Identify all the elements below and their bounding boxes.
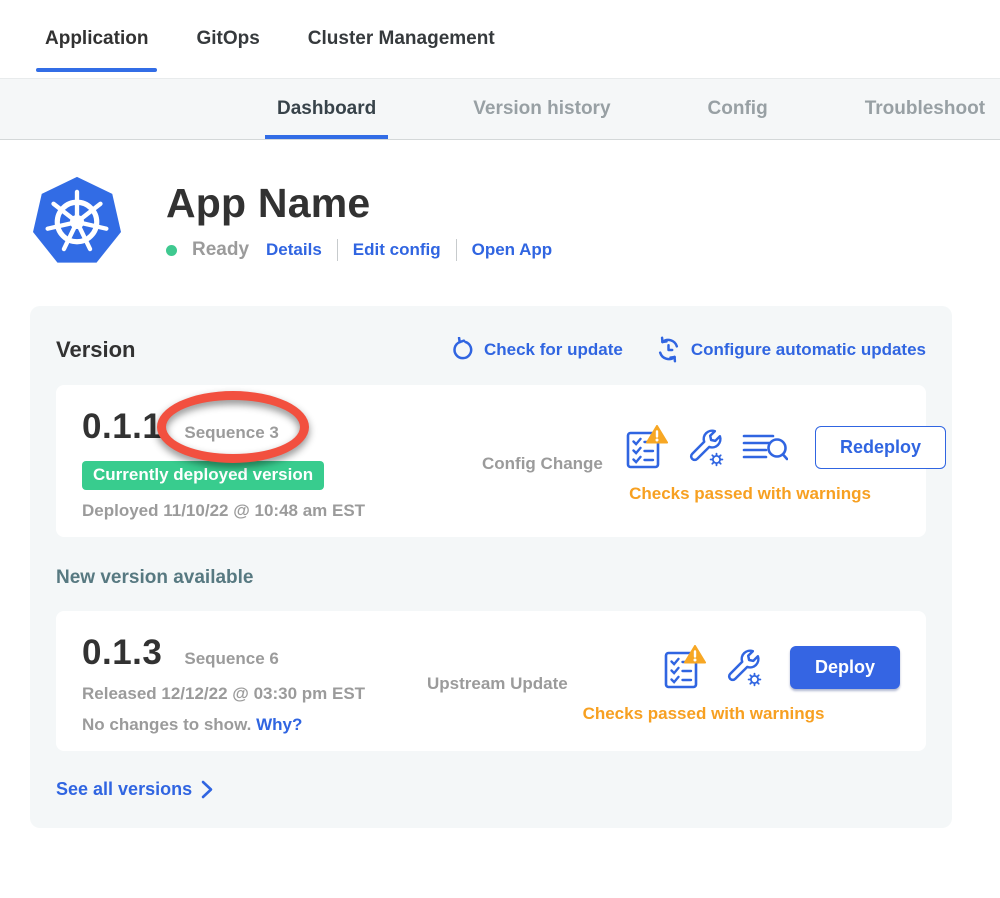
app-header: App Name Ready Details Edit config Open … <box>0 140 1000 272</box>
see-all-versions-label: See all versions <box>56 779 192 800</box>
auto-update-clock-icon <box>655 336 682 363</box>
no-changes-line: No changes to show. Why? <box>82 715 427 735</box>
current-version-sequence: Sequence 3 <box>184 423 279 443</box>
status-ready-dot <box>166 245 177 256</box>
preflight-checks-icon[interactable] <box>662 645 706 691</box>
gear-icon <box>711 453 723 465</box>
check-for-update-label: Check for update <box>484 340 623 360</box>
kubernetes-logo-icon <box>30 172 124 272</box>
deploy-button[interactable]: Deploy <box>790 646 900 689</box>
redeploy-button[interactable]: Redeploy <box>815 426 946 469</box>
available-version-info: 0.1.3 Sequence 6 Released 12/12/22 @ 03:… <box>82 633 427 735</box>
no-changes-text: No changes to show. <box>82 715 251 734</box>
available-version-number: 0.1.3 <box>82 633 162 673</box>
version-panel: Version Check for update <box>30 306 952 828</box>
checks-warning-text: Checks passed with warnings <box>624 484 946 504</box>
chevron-right-icon <box>201 780 213 799</box>
tab-dashboard[interactable]: Dashboard <box>277 79 376 139</box>
divider <box>456 239 457 261</box>
check-for-update-link[interactable]: Check for update <box>450 337 623 362</box>
tab-version-history[interactable]: Version history <box>473 79 610 139</box>
current-version-info: 0.1.1 Sequence 3 Currently deployed vers… <box>82 407 482 521</box>
available-version-sequence: Sequence 6 <box>184 649 279 669</box>
current-version-source-label: Config Change <box>482 454 624 474</box>
new-version-heading: New version available <box>56 567 926 589</box>
current-version-actions: Redeploy Checks passed with warnings <box>624 425 946 504</box>
current-version-number: 0.1.1 <box>82 407 162 447</box>
why-link[interactable]: Why? <box>256 715 302 734</box>
available-version-card: 0.1.3 Sequence 6 Released 12/12/22 @ 03:… <box>56 611 926 751</box>
version-actions: Check for update Co <box>450 336 926 363</box>
current-version-card: 0.1.1 Sequence 3 Currently deployed vers… <box>56 385 926 537</box>
app-dashboard-page: Application GitOps Cluster Management Da… <box>0 0 1000 898</box>
top-navigation: Application GitOps Cluster Management <box>0 0 1000 78</box>
available-version-source-label: Upstream Update <box>427 674 577 694</box>
edit-config-wrench-icon[interactable] <box>685 428 725 468</box>
open-app-link[interactable]: Open App <box>472 240 553 260</box>
tab-troubleshoot[interactable]: Troubleshoot <box>865 79 985 139</box>
app-title-block: App Name Ready Details Edit config Open … <box>166 172 552 261</box>
configure-automatic-updates-link[interactable]: Configure automatic updates <box>655 336 926 363</box>
checks-warning-text: Checks passed with warnings <box>577 704 900 724</box>
status-text: Ready <box>192 239 249 261</box>
divider <box>337 239 338 261</box>
refresh-icon <box>450 337 475 362</box>
page-title: App Name <box>166 180 552 227</box>
gear-icon <box>749 673 761 685</box>
configure-automatic-updates-label: Configure automatic updates <box>691 340 926 360</box>
version-heading: Version <box>56 337 135 363</box>
sub-navigation: Dashboard Version history Config Trouble… <box>0 78 1000 140</box>
version-panel-header: Version Check for update <box>56 336 926 363</box>
edit-config-wrench-icon[interactable] <box>723 648 763 688</box>
edit-config-link[interactable]: Edit config <box>353 240 441 260</box>
released-timestamp: Released 12/12/22 @ 03:30 pm EST <box>82 684 427 704</box>
preflight-checks-icon[interactable] <box>624 425 668 471</box>
currently-deployed-badge: Currently deployed version <box>82 461 324 490</box>
nav-item-cluster-management[interactable]: Cluster Management <box>308 0 495 78</box>
nav-item-application[interactable]: Application <box>45 0 148 78</box>
view-files-search-icon[interactable] <box>742 429 788 467</box>
tab-config[interactable]: Config <box>708 79 768 139</box>
details-link[interactable]: Details <box>266 240 322 260</box>
deployed-timestamp: Deployed 11/10/22 @ 10:48 am EST <box>82 501 482 521</box>
available-version-actions: Deploy Checks passed with warnings <box>577 645 900 724</box>
nav-item-gitops[interactable]: GitOps <box>196 0 259 78</box>
app-status-row: Ready Details Edit config Open App <box>166 239 552 261</box>
see-all-versions-link[interactable]: See all versions <box>56 779 926 800</box>
